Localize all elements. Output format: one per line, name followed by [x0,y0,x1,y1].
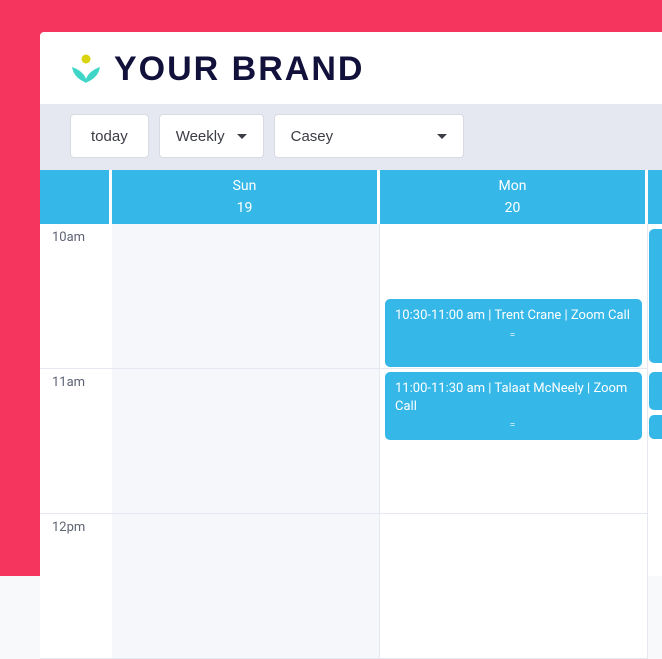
day-column-sun[interactable] [112,224,380,659]
time-slot-11am: 11am [40,369,112,514]
calendar-event[interactable]: 10:30-11:00 am | Trent Crane | Zoom Call… [384,298,643,368]
pink-frame: YOUR BRAND today Weekly Casey Sun 19 [0,0,662,576]
caret-down-icon [437,134,447,139]
event-title: 10:30-11:00 am | Trent Crane | Zoom Call [395,308,630,323]
time-slot-12pm: 12pm [40,514,112,659]
calendar-event-partial[interactable] [648,414,662,440]
day-header-mon[interactable]: Mon 20 [380,170,648,224]
day-header-dow: Mon [499,175,527,197]
calendar-body: 10am 11am 12pm [40,224,662,659]
time-column-header [40,170,112,224]
brand-name: YOUR BRAND [114,52,364,86]
calendar: Sun 19 Mon 20 10am 11am [40,170,662,659]
toolbar: today Weekly Casey [40,104,662,170]
calendar-day-header-row: Sun 19 Mon 20 [40,170,662,224]
time-label: 10am [52,230,85,245]
calendar-event[interactable]: 11:00-11:30 am | Talaat McNeely | Zoom C… [384,371,643,441]
day-header-dow: Sun [233,175,257,197]
time-label: 11am [52,375,85,390]
calendar-event-partial[interactable] [648,228,662,364]
today-button[interactable]: today [70,114,149,158]
header: YOUR BRAND [40,32,662,104]
day-header-date: 19 [237,197,253,219]
time-slot-10am: 10am [40,224,112,369]
day-header-date: 20 [505,197,521,219]
day-column-mon[interactable]: 10:30-11:00 am | Trent Crane | Zoom Call… [380,224,648,659]
event-resize-handle-icon[interactable]: = [395,419,632,433]
event-resize-handle-icon[interactable]: = [395,329,632,343]
app-panel: YOUR BRAND today Weekly Casey Sun 19 [40,32,662,576]
caret-down-icon [237,134,247,139]
event-title: 11:00-11:30 am | Talaat McNeely | Zoom C… [395,381,627,414]
brand-logo-icon [70,53,102,85]
calendar-cell[interactable] [112,224,379,369]
day-header-partial [648,170,662,224]
time-column: 10am 11am 12pm [40,224,112,659]
view-dropdown[interactable]: Weekly [159,114,264,158]
user-dropdown-label: Casey [291,128,334,145]
calendar-cell[interactable] [112,514,379,659]
calendar-cell[interactable] [112,369,379,514]
calendar-event-partial[interactable] [648,371,662,411]
user-dropdown[interactable]: Casey [274,114,464,158]
day-header-sun[interactable]: Sun 19 [112,170,380,224]
day-column-partial [648,224,662,659]
time-label: 12pm [52,520,85,535]
view-dropdown-label: Weekly [176,128,225,145]
calendar-cell[interactable] [380,514,647,659]
today-button-label: today [91,128,128,145]
